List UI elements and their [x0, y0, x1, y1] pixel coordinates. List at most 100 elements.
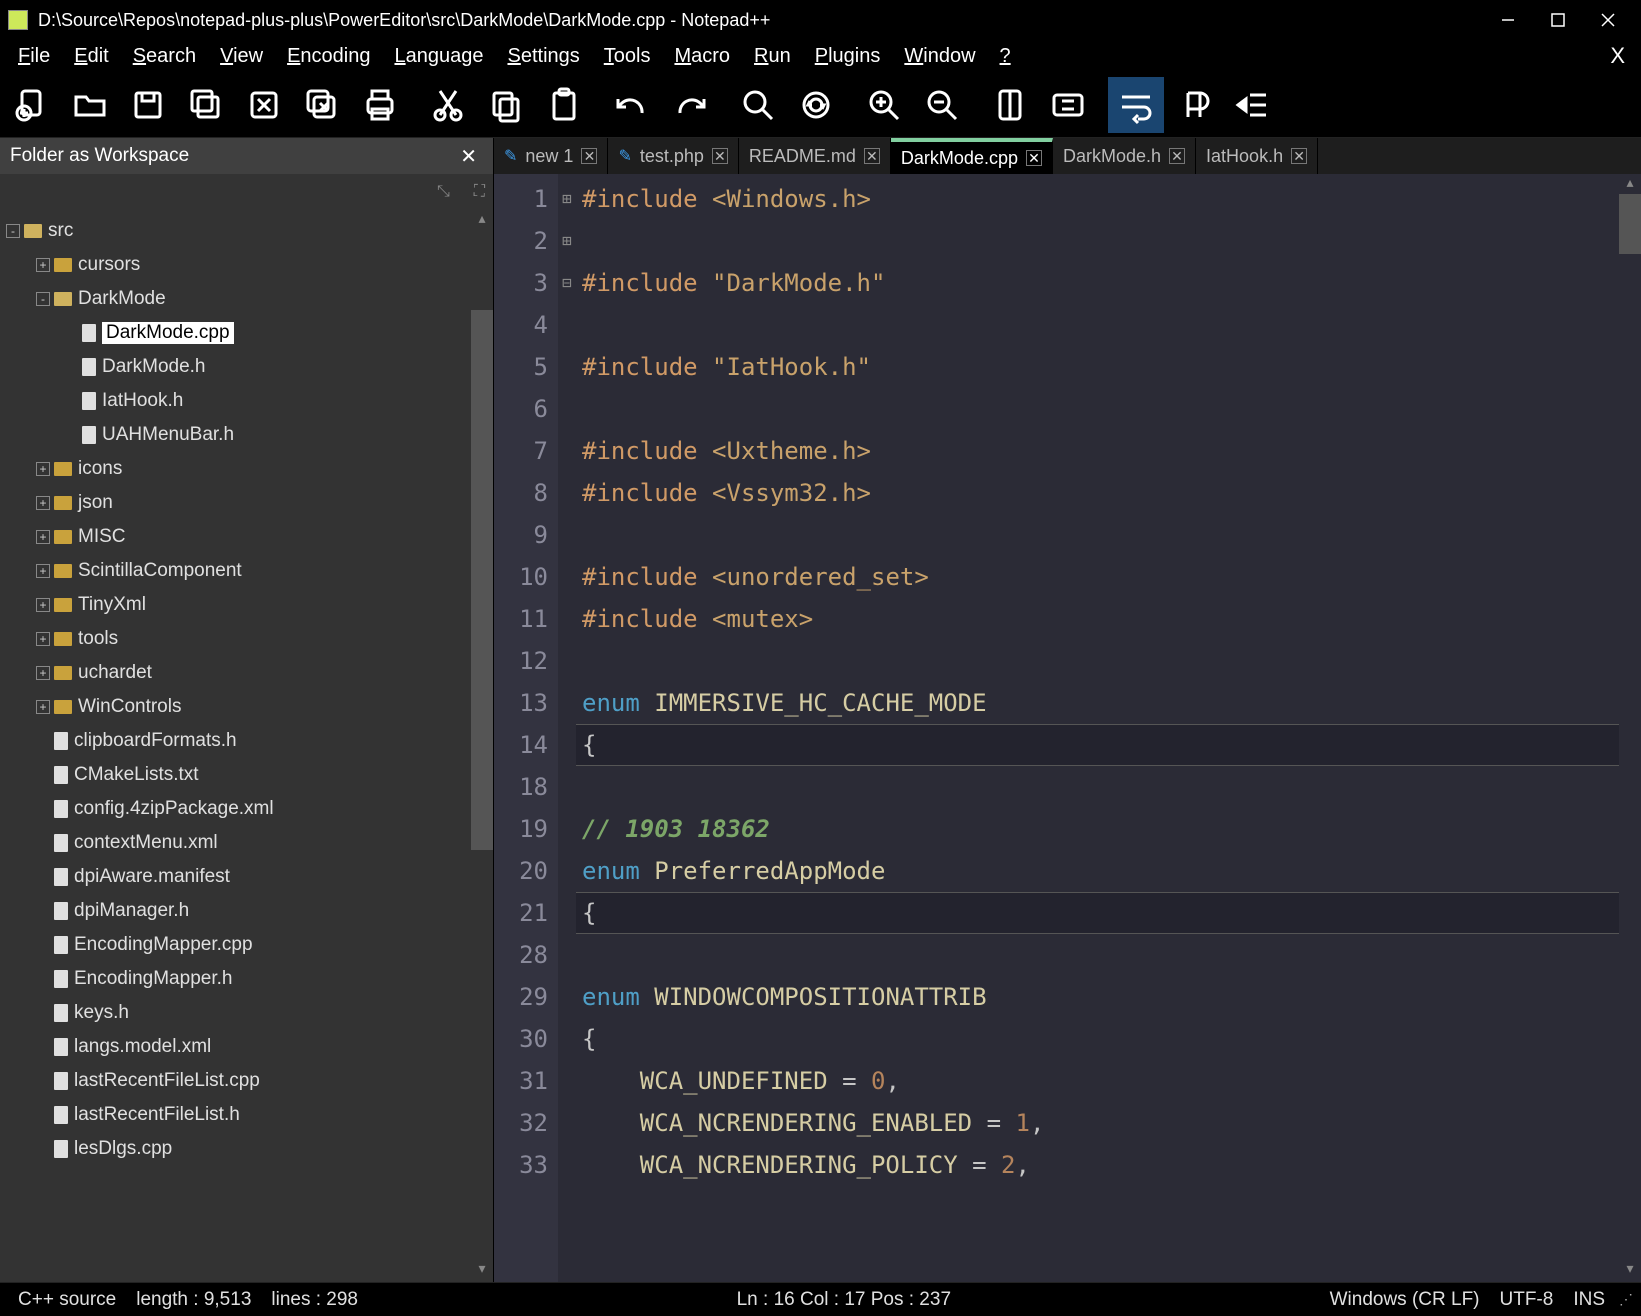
- save-all-icon[interactable]: [178, 77, 234, 133]
- code-line[interactable]: #include "DarkMode.h": [582, 262, 1619, 304]
- tree-file[interactable]: langs.model.xml: [0, 1030, 493, 1064]
- tree-toggle-icon[interactable]: +: [36, 564, 50, 578]
- tree-file[interactable]: IatHook.h: [0, 384, 493, 418]
- expand-icon[interactable]: ⛶: [474, 183, 485, 201]
- sync-v-icon[interactable]: [982, 77, 1038, 133]
- resize-grip-icon[interactable]: ⋰: [1615, 1291, 1633, 1309]
- code-text[interactable]: #include <Windows.h> #include "DarkMode.…: [576, 174, 1619, 1282]
- close-all-icon[interactable]: [294, 77, 350, 133]
- tree-toggle-icon[interactable]: +: [36, 258, 50, 272]
- paste-icon[interactable]: [536, 77, 592, 133]
- fold-toggle-icon[interactable]: ⊟: [558, 262, 576, 304]
- tree-file[interactable]: dpiManager.h: [0, 894, 493, 928]
- tab-new-1[interactable]: ✎new 1✕: [494, 138, 608, 174]
- code-line[interactable]: #include <mutex>: [582, 598, 1619, 640]
- tree-folder[interactable]: +MISC: [0, 520, 493, 554]
- code-line[interactable]: WCA_UNDEFINED = 0,: [582, 1060, 1619, 1102]
- save-icon[interactable]: [120, 77, 176, 133]
- indent-guide-icon[interactable]: [1224, 77, 1280, 133]
- find-replace-icon[interactable]: [788, 77, 844, 133]
- code-line[interactable]: [582, 766, 1619, 808]
- scroll-thumb[interactable]: [471, 310, 493, 850]
- menu-settings[interactable]: Settings: [495, 41, 591, 72]
- print-icon[interactable]: [352, 77, 408, 133]
- redo-icon[interactable]: [662, 77, 718, 133]
- tab-darkmode-h[interactable]: DarkMode.h✕: [1053, 138, 1196, 174]
- tree-folder[interactable]: -DarkMode: [0, 282, 493, 316]
- tree-toggle-icon[interactable]: +: [36, 598, 50, 612]
- tree-folder[interactable]: +json: [0, 486, 493, 520]
- editor-scrollbar[interactable]: ▴ ▾: [1619, 174, 1641, 1282]
- find-icon[interactable]: [730, 77, 786, 133]
- tree-toggle-icon[interactable]: +: [36, 462, 50, 476]
- tree-toggle-icon[interactable]: -: [36, 292, 50, 306]
- code-line[interactable]: [582, 388, 1619, 430]
- tree-file[interactable]: EncodingMapper.h: [0, 962, 493, 996]
- scroll-up-icon[interactable]: ▴: [1619, 174, 1641, 196]
- code-line[interactable]: [582, 934, 1619, 976]
- fold-toggle-icon[interactable]: ⊞: [558, 220, 576, 262]
- code-line[interactable]: // 1903 18362: [582, 808, 1619, 850]
- code-line[interactable]: #include <Windows.h>: [582, 178, 1619, 220]
- undo-icon[interactable]: [604, 77, 660, 133]
- scroll-up-icon[interactable]: ▴: [471, 210, 493, 232]
- tree-file[interactable]: config.4zipPackage.xml: [0, 792, 493, 826]
- menu-?[interactable]: ?: [988, 41, 1023, 72]
- menu-macro[interactable]: Macro: [662, 41, 742, 72]
- sync-h-icon[interactable]: [1040, 77, 1096, 133]
- menu-plugins[interactable]: Plugins: [803, 41, 893, 72]
- code-line[interactable]: [582, 514, 1619, 556]
- fold-toggle-icon[interactable]: ⊞: [558, 178, 576, 220]
- tree-file[interactable]: UAHMenuBar.h: [0, 418, 493, 452]
- tree-file[interactable]: lastRecentFileList.h: [0, 1098, 493, 1132]
- menu-window[interactable]: Window: [892, 41, 987, 72]
- tree-folder[interactable]: +WinControls: [0, 690, 493, 724]
- code-line[interactable]: #include <Vssym32.h>: [582, 472, 1619, 514]
- sidebar-close-button[interactable]: ✕: [454, 144, 483, 169]
- tab-close-icon[interactable]: ✕: [1026, 150, 1042, 166]
- open-folder-icon[interactable]: [62, 77, 118, 133]
- tab-close-icon[interactable]: ✕: [1169, 148, 1185, 164]
- status-encoding[interactable]: UTF-8: [1490, 1289, 1564, 1311]
- zoom-out-icon[interactable]: [914, 77, 970, 133]
- cut-icon[interactable]: [420, 77, 476, 133]
- tree-folder[interactable]: +icons: [0, 452, 493, 486]
- tree-scrollbar[interactable]: ▴ ▾: [471, 210, 493, 1282]
- tree-folder[interactable]: +ScintillaComponent: [0, 554, 493, 588]
- menu-edit[interactable]: Edit: [62, 41, 120, 72]
- file-tree[interactable]: -src+cursors-DarkModeDarkMode.cppDarkMod…: [0, 210, 493, 1282]
- tree-file[interactable]: DarkMode.h: [0, 350, 493, 384]
- menu-file[interactable]: File: [6, 41, 62, 72]
- zoom-in-icon[interactable]: [856, 77, 912, 133]
- code-line[interactable]: #include <unordered_set>: [582, 556, 1619, 598]
- close-button[interactable]: [1583, 0, 1633, 40]
- tree-file[interactable]: CMakeLists.txt: [0, 758, 493, 792]
- code-line[interactable]: enum WINDOWCOMPOSITIONATTRIB: [582, 976, 1619, 1018]
- status-eol[interactable]: Windows (CR LF): [1320, 1289, 1490, 1311]
- tree-file[interactable]: DarkMode.cpp: [0, 316, 493, 350]
- code-line[interactable]: WCA_NCRENDERING_POLICY = 2,: [582, 1144, 1619, 1186]
- status-mode[interactable]: INS: [1563, 1289, 1615, 1311]
- tab-readme-md[interactable]: README.md✕: [739, 138, 891, 174]
- tab-close-icon[interactable]: ✕: [712, 148, 728, 164]
- tree-folder[interactable]: +TinyXml: [0, 588, 493, 622]
- menu-close-button[interactable]: X: [1598, 39, 1635, 73]
- tab-iathook-h[interactable]: IatHook.h✕: [1196, 138, 1318, 174]
- code-line[interactable]: [582, 220, 1619, 262]
- tree-folder[interactable]: +tools: [0, 622, 493, 656]
- menu-tools[interactable]: Tools: [592, 41, 663, 72]
- close-icon[interactable]: [236, 77, 292, 133]
- minimize-button[interactable]: [1483, 0, 1533, 40]
- word-wrap-icon[interactable]: [1108, 77, 1164, 133]
- code-line[interactable]: [582, 640, 1619, 682]
- tree-file[interactable]: contextMenu.xml: [0, 826, 493, 860]
- code-line[interactable]: #include <Uxtheme.h>: [582, 430, 1619, 472]
- code-line[interactable]: #include "IatHook.h": [582, 346, 1619, 388]
- tree-toggle-icon[interactable]: +: [36, 700, 50, 714]
- tree-file[interactable]: lesDlgs.cpp: [0, 1132, 493, 1166]
- code-line[interactable]: {: [582, 892, 1619, 934]
- tree-file[interactable]: lastRecentFileList.cpp: [0, 1064, 493, 1098]
- code-line[interactable]: enum IMMERSIVE_HC_CACHE_MODE: [582, 682, 1619, 724]
- scroll-down-icon[interactable]: ▾: [471, 1260, 493, 1282]
- menu-search[interactable]: Search: [121, 41, 208, 72]
